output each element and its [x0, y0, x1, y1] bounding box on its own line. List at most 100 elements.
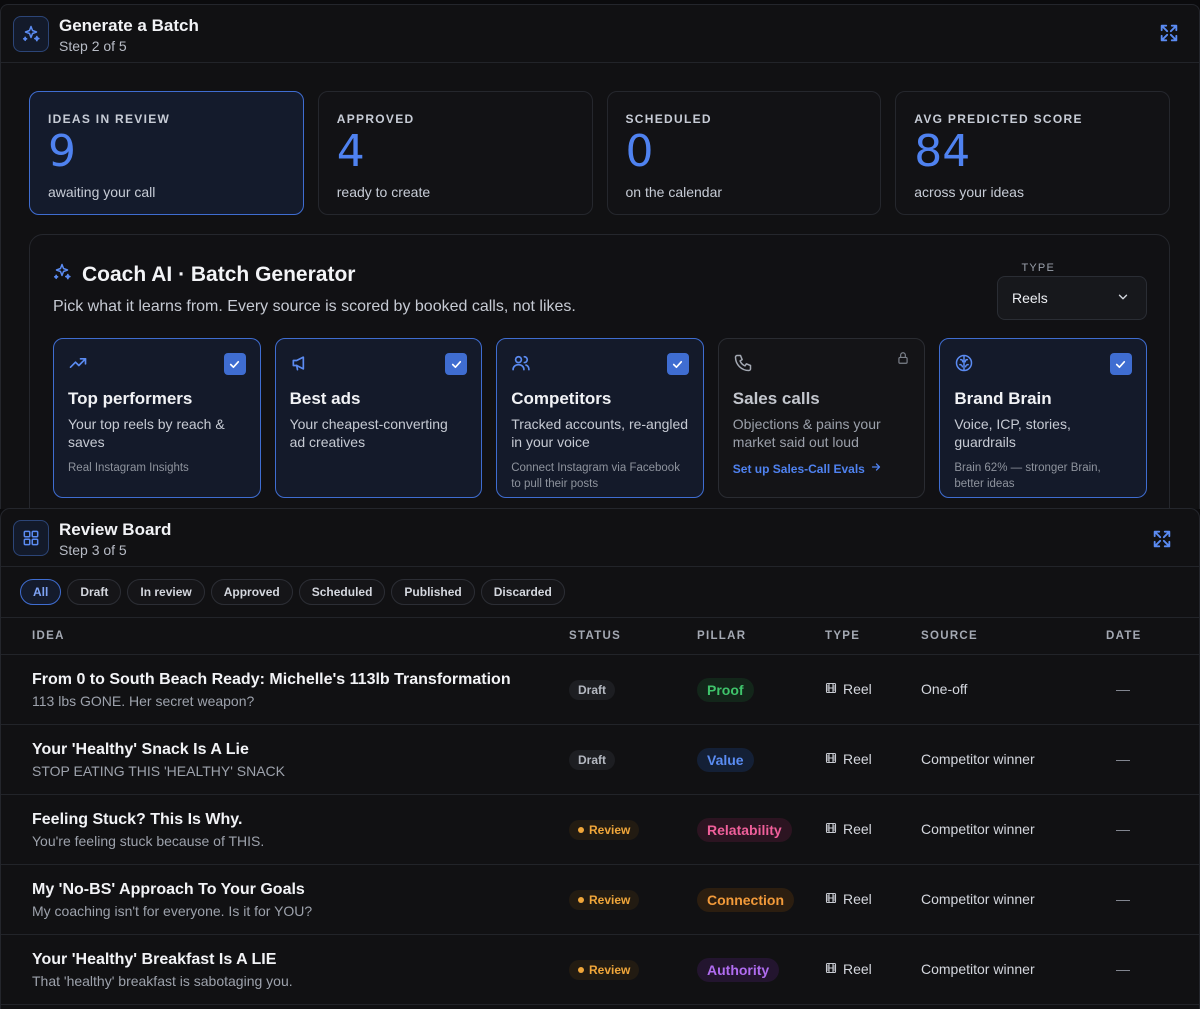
trending-up-icon — [68, 353, 246, 373]
phone-icon — [733, 353, 911, 373]
generate-batch-panel: Generate a Batch Step 2 of 5 IDEAS IN RE… — [0, 4, 1200, 524]
filter-all[interactable]: All — [20, 579, 62, 605]
source-desc: Tracked accounts, re-angled in your voic… — [511, 416, 689, 450]
filter-in-review[interactable]: In review — [127, 579, 205, 605]
stat-ideas-in-review[interactable]: IDEAS IN REVIEW 9 awaiting your call — [29, 91, 304, 215]
type-label: Reel — [843, 821, 872, 837]
brain-icon — [954, 353, 1132, 373]
source-brand-brain[interactable]: Brand Brain Voice, ICP, stories, guardra… — [939, 338, 1147, 498]
idea-title: From 0 to South Beach Ready: Michelle's … — [32, 671, 511, 688]
table-row[interactable]: Your 'Healthy' Breakfast Is A LIE That '… — [1, 935, 1199, 1005]
date-cell: — — [1116, 891, 1130, 907]
review-table: IDEA STATUS PILLAR TYPE SOURCE DATE From… — [1, 617, 1199, 1005]
status-label: Review — [589, 963, 631, 977]
stat-desc: across your ideas — [914, 184, 1024, 200]
idea-title: My 'No-BS' Approach To Your Goals — [32, 881, 305, 898]
date-cell: — — [1116, 961, 1130, 977]
stat-scheduled[interactable]: SCHEDULED 0 on the calendar — [606, 91, 882, 215]
idea-hook: My coaching isn't for everyone. Is it fo… — [32, 903, 313, 919]
stats-row: IDEAS IN REVIEW 9 awaiting your call APP… — [29, 91, 1170, 215]
users-icon — [511, 353, 689, 373]
film-icon — [825, 751, 837, 767]
stat-approved[interactable]: APPROVED 4 ready to create — [317, 91, 593, 215]
checkbox-checked-icon[interactable] — [666, 353, 689, 375]
type-cell: Reel — [825, 891, 872, 907]
status-label: Draft — [578, 753, 607, 767]
column-idea[interactable]: IDEA — [32, 630, 65, 642]
column-status[interactable]: STATUS — [569, 630, 621, 642]
source-cell: Competitor winner — [921, 891, 1035, 907]
source-title: Best ads — [289, 389, 361, 408]
stat-label: APPROVED — [336, 112, 415, 126]
review-header: Review Board Step 3 of 5 — [1, 509, 1199, 567]
megaphone-icon — [290, 353, 468, 373]
filter-published[interactable]: Published — [391, 579, 475, 605]
review-title: Review Board — [59, 520, 172, 539]
stat-desc: awaiting your call — [48, 184, 156, 200]
stat-value: 84 — [914, 126, 971, 177]
status-badge: Review — [569, 820, 640, 840]
filter-approved[interactable]: Approved — [210, 579, 293, 605]
checkbox-checked-icon[interactable] — [445, 353, 468, 375]
stat-value: 4 — [336, 126, 365, 177]
setup-sales-call-evals-link[interactable]: Set up Sales-Call Evals — [733, 461, 911, 476]
stat-desc: on the calendar — [625, 184, 723, 200]
checkbox-checked-icon[interactable] — [1109, 353, 1132, 375]
link-label: Set up Sales-Call Evals — [732, 461, 865, 476]
idea-hook: That 'healthy' breakfast is sabotaging y… — [32, 973, 293, 989]
type-label: Reel — [843, 891, 872, 907]
type-select[interactable]: Reels — [997, 276, 1147, 320]
expand-icon[interactable] — [1150, 527, 1174, 551]
status-badge: Review — [569, 890, 640, 910]
status-badge: Draft — [569, 680, 616, 700]
stat-avg-score[interactable]: AVG PREDICTED SCORE 84 across your ideas — [895, 91, 1170, 215]
idea-title: Your 'Healthy' Breakfast Is A LIE — [32, 951, 277, 968]
column-date[interactable]: DATE — [1106, 630, 1142, 642]
idea-title: Your 'Healthy' Snack Is A Lie — [32, 741, 249, 758]
status-filters: All Draft In review Approved Scheduled P… — [20, 579, 565, 605]
table-row[interactable]: Feeling Stuck? This Is Why. You're feeli… — [1, 795, 1199, 865]
film-icon — [825, 681, 837, 697]
source-top-performers[interactable]: Top performers Your top reels by reach &… — [53, 338, 261, 498]
checkbox-checked-icon[interactable] — [223, 353, 246, 375]
type-label: Reel — [843, 681, 872, 697]
table-row[interactable]: From 0 to South Beach Ready: Michelle's … — [1, 655, 1199, 725]
column-type[interactable]: TYPE — [825, 630, 860, 642]
stat-desc: ready to create — [336, 184, 431, 200]
source-foot: Brain 62% — stronger Brain, better ideas — [954, 462, 1101, 490]
type-cell: Reel — [825, 961, 872, 977]
stat-label: AVG PREDICTED SCORE — [914, 112, 1083, 126]
source-best-ads[interactable]: Best ads Your cheapest-converting ad cre… — [274, 338, 483, 498]
source-cell: Competitor winner — [921, 961, 1035, 977]
batch-generator-card: Coach AI · Batch Generator Pick what it … — [29, 234, 1170, 524]
table-row[interactable]: Your 'Healthy' Snack Is A Lie STOP EATIN… — [1, 725, 1199, 795]
batch-step: Step 2 of 5 — [59, 38, 127, 54]
source-cell: Competitor winner — [921, 821, 1035, 837]
source-competitors[interactable]: Competitors Tracked accounts, re-angled … — [496, 338, 704, 498]
idea-hook: STOP EATING THIS 'HEALTHY' SNACK — [32, 763, 285, 779]
filter-scheduled[interactable]: Scheduled — [298, 579, 386, 605]
film-icon — [825, 961, 837, 977]
chevron-down-icon — [1116, 290, 1130, 307]
source-sales-calls[interactable]: Sales calls Objections & pains your mark… — [717, 338, 926, 498]
source-title: Brand Brain — [954, 389, 1052, 408]
source-foot: Real Instagram Insights — [68, 462, 189, 474]
sparkles-icon — [13, 16, 49, 52]
source-cell: One-off — [921, 681, 968, 697]
date-cell: — — [1116, 821, 1130, 837]
idea-hook: You're feeling stuck because of THIS. — [32, 833, 265, 849]
type-cell: Reel — [825, 821, 872, 837]
expand-icon[interactable] — [1157, 21, 1181, 45]
source-desc: Voice, ICP, stories, guardrails — [954, 416, 1071, 450]
table-header: IDEA STATUS PILLAR TYPE SOURCE DATE — [1, 617, 1199, 655]
filter-discarded[interactable]: Discarded — [480, 579, 565, 605]
column-source[interactable]: SOURCE — [921, 630, 978, 642]
type-label: TYPE — [1021, 262, 1055, 274]
film-icon — [825, 821, 837, 837]
table-row[interactable]: My 'No-BS' Approach To Your Goals My coa… — [1, 865, 1199, 935]
filter-draft[interactable]: Draft — [67, 579, 122, 605]
column-pillar[interactable]: PILLAR — [697, 630, 746, 642]
source-desc: Objections & pains your market said out … — [732, 416, 881, 450]
generator-description: Pick what it learns from. Every source i… — [53, 298, 576, 315]
stat-label: SCHEDULED — [625, 112, 712, 126]
